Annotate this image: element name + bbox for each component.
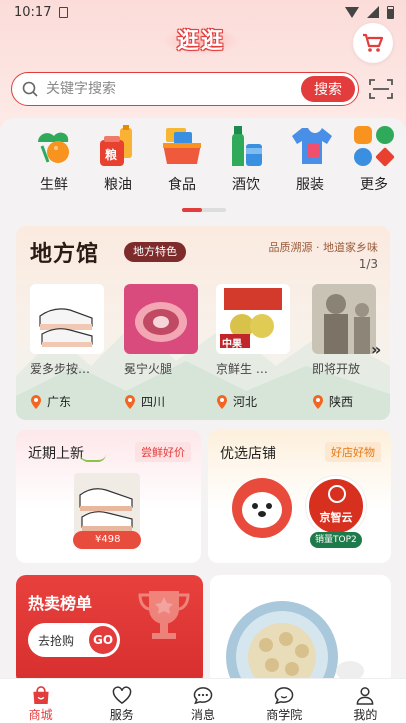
category-pager (182, 208, 226, 212)
product-card[interactable]: 即将开放 陕西 (312, 284, 376, 410)
status-time: 10:17 (14, 4, 52, 20)
location-pin-icon (125, 394, 135, 409)
shop-rank-badge: 销量TOP2 (310, 532, 362, 548)
product-name: 冕宁火腿 (124, 362, 173, 376)
wifi-icon (345, 6, 359, 18)
difangguan-page-indicator: 1/3 (358, 257, 378, 271)
new-arrivals-card[interactable]: 近期上新 尝鲜好价 ¥498 (16, 430, 201, 563)
category-more[interactable]: 更多 (342, 124, 406, 204)
scan-icon[interactable] (369, 78, 393, 100)
more-grid-icon (354, 126, 395, 167)
product-card[interactable]: 中果 京鲜生 … 河北 (216, 284, 290, 410)
product-name: 京鲜生 … (216, 362, 268, 376)
food-icon (163, 128, 201, 164)
grab-deal-button[interactable]: 去抢购 GO (28, 623, 120, 657)
shopping-bag-icon (32, 686, 49, 705)
preferred-shops-card[interactable]: 优选店铺 好店好物 京智云 销量TOP2 (208, 430, 391, 563)
product-location: 广东 (30, 393, 104, 410)
fresh-produce-icon (38, 132, 69, 163)
mascot-dog-icon (232, 478, 292, 538)
bottom-tab-bar: 商城 服务 消息 商学院 我的 (0, 678, 406, 723)
hot-list-title: 热卖榜单 (28, 594, 93, 613)
category-row: 生鲜 粮 粮油 食品 酒饮 服装 更多 (0, 124, 406, 204)
heart-icon (112, 686, 132, 705)
product-location: 陕西 (312, 393, 376, 410)
location-pin-icon (313, 394, 323, 409)
featured-product-card[interactable] (210, 575, 391, 685)
search-input[interactable] (46, 81, 301, 97)
product-image-label: 中果 (222, 339, 242, 350)
tab-service[interactable]: 服务 (81, 679, 162, 723)
product-name: 即将开放 (312, 362, 361, 376)
category-drinks[interactable]: 酒饮 (214, 124, 278, 204)
search-icon (22, 81, 38, 97)
preferred-shops-title: 优选店铺 (220, 446, 276, 462)
product-image-shoes (30, 284, 104, 354)
price-tag: ¥498 (73, 531, 141, 549)
title-swoosh (80, 454, 106, 462)
shop-logo-text: 京智云 (319, 511, 353, 524)
signal-icon (367, 6, 379, 18)
grab-deal-label: 去抢购 (38, 633, 75, 648)
category-clothing[interactable]: 服装 (278, 124, 342, 204)
preferred-shops-badge: 好店好物 (325, 442, 381, 462)
trophy-icon (138, 591, 190, 639)
user-icon (357, 687, 374, 705)
shoe-product-image (74, 473, 140, 539)
new-arrivals-badge: 尝鲜好价 (135, 442, 191, 462)
category-fresh[interactable]: 生鲜 (22, 124, 86, 204)
tab-mall[interactable]: 商城 (0, 679, 81, 723)
tab-academy[interactable]: 商学院 (244, 679, 325, 723)
category-grain-oil[interactable]: 粮 粮油 (86, 124, 150, 204)
location-pin-icon (217, 394, 227, 409)
product-image-pears: 中果 (216, 284, 290, 354)
sim-icon (59, 6, 69, 18)
status-bar: 10:17 (0, 0, 406, 24)
product-location: 四川 (124, 393, 198, 410)
search-bar: 搜索 (11, 72, 359, 106)
pager-active-indicator (182, 208, 202, 212)
search-button[interactable]: 搜索 (301, 76, 355, 102)
location-pin-icon (31, 394, 41, 409)
shop-logo: 京智云 (306, 476, 366, 536)
grain-oil-icon: 粮 (96, 124, 140, 168)
difangguan-section[interactable]: 地方馆 地方特色 品质溯源 · 地道家乡味 1/3 爱多步按… 广东 冕宁火腿 … (16, 226, 390, 420)
go-button[interactable]: GO (89, 626, 117, 654)
difangguan-tag: 地方特色 (124, 242, 186, 262)
app-logo: 逛逛 (162, 26, 240, 56)
difangguan-slogan: 品质溯源 · 地道家乡味 (268, 241, 379, 254)
category-food[interactable]: 食品 (150, 124, 214, 204)
product-card[interactable]: 爱多步按… 广东 (30, 284, 104, 410)
product-image-terracotta (312, 284, 376, 354)
product-name: 爱多步按… (30, 362, 91, 376)
drinks-icon (232, 126, 262, 166)
battery-icon (387, 5, 394, 19)
cookie-tin-image (226, 601, 364, 685)
chevron-right-icon[interactable]: » (371, 340, 381, 359)
shop-logo-mark (328, 485, 346, 503)
product-location: 河北 (216, 393, 290, 410)
academy-icon (274, 687, 294, 705)
clothing-icon (292, 128, 332, 164)
difangguan-title: 地方馆 (30, 241, 100, 267)
cart-button[interactable] (353, 23, 393, 63)
cart-icon (363, 33, 384, 52)
tab-messages[interactable]: 消息 (162, 679, 243, 723)
product-image-ham (124, 284, 198, 354)
product-card[interactable]: 冕宁火腿 四川 (124, 284, 198, 410)
hot-list-card[interactable]: 热卖榜单 去抢购 GO (16, 575, 203, 685)
tab-profile[interactable]: 我的 (325, 679, 406, 723)
new-arrivals-title: 近期上新 (28, 446, 84, 462)
chat-bubble-icon (193, 687, 213, 705)
